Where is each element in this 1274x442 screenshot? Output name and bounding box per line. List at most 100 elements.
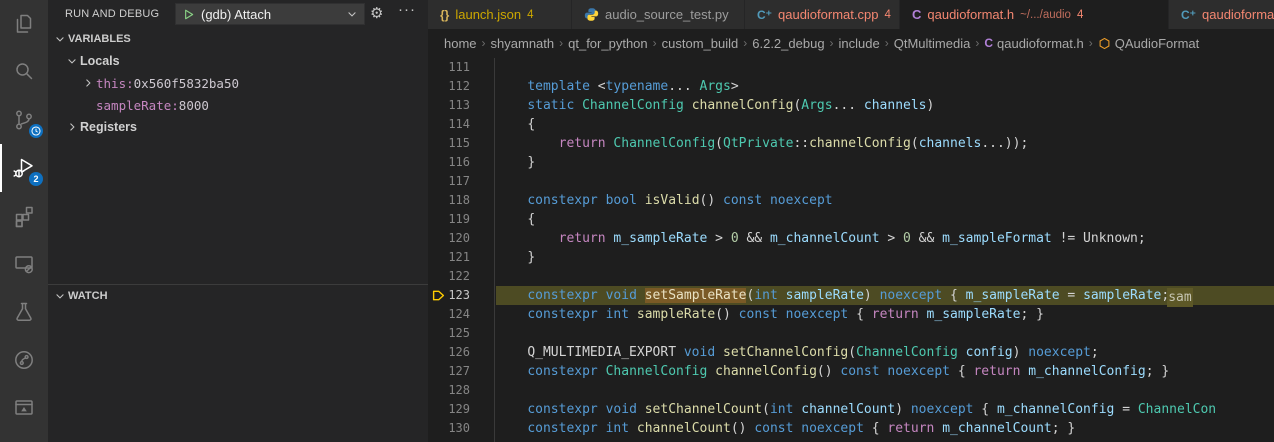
line-number[interactable]: 114 <box>428 115 470 134</box>
watch-header-label: WATCH <box>68 290 108 302</box>
tab-launch.json[interactable]: {}launch.json4 <box>428 0 571 29</box>
tab-qaudioformat.h[interactable]: Cqaudioformat.h~/.../audio4 <box>900 0 1168 29</box>
sidebar-title: RUN AND DEBUG <box>65 8 159 20</box>
line-highlight <box>496 210 1274 229</box>
sidebar-header: RUN AND DEBUG (gdb) Attach ⚙ ··· <box>48 0 428 28</box>
breadcrumb-item-qt_for_python[interactable]: qt_for_python <box>568 36 648 51</box>
code-editor[interactable]: 111112 template <typename... Args>113 st… <box>428 57 1274 442</box>
watch-section-header[interactable]: WATCH <box>48 285 428 307</box>
line-number[interactable]: 117 <box>428 172 470 191</box>
line-number[interactable]: 118 <box>428 191 470 210</box>
line-number[interactable]: 129 <box>428 400 470 419</box>
line-number[interactable]: 130 <box>428 419 470 438</box>
breadcrumb-item-custom_build[interactable]: custom_build <box>662 36 739 51</box>
activity-item-search[interactable] <box>0 48 48 96</box>
line-highlight <box>496 438 1274 442</box>
code-line-119[interactable]: 119 { <box>428 210 1274 229</box>
line-number[interactable]: 121 <box>428 248 470 267</box>
c-header-file-icon: C <box>912 8 921 21</box>
activity-item-panel-preview[interactable] <box>0 384 48 432</box>
line-number[interactable]: 124 <box>428 305 470 324</box>
code-line-125[interactable]: 125 <box>428 324 1274 343</box>
code-text: template <typename... Args> <box>496 79 739 94</box>
breadcrumb-item-6.2.2_debug[interactable]: 6.2.2_debug <box>752 36 824 51</box>
gear-icon[interactable]: ⚙ <box>370 4 383 22</box>
activity-item-remote-explorer[interactable] <box>0 240 48 288</box>
line-number[interactable]: 127 <box>428 362 470 381</box>
tab-qaudioformat[interactable]: C⁺qaudioformat <box>1169 0 1274 29</box>
code-line-116[interactable]: 116 } <box>428 153 1274 172</box>
chevron-down-icon <box>64 53 80 69</box>
variables-section-header[interactable]: VARIABLES <box>48 28 428 50</box>
line-number[interactable]: 112 <box>428 77 470 96</box>
variable-row-sampleRate[interactable]: sampleRate: 8000 <box>48 94 428 116</box>
breadcrumb-label: custom_build <box>662 36 739 51</box>
code-line-120[interactable]: 120 return m_sampleRate > 0 && m_channel… <box>428 229 1274 248</box>
code-text: Q_MULTIMEDIA_EXPORT void setChannelConfi… <box>496 345 1099 360</box>
line-number[interactable]: 113 <box>428 96 470 115</box>
code-line-126[interactable]: 126 Q_MULTIMEDIA_EXPORT void setChannelC… <box>428 343 1274 362</box>
variable-row-this[interactable]: this: 0x560f5832ba50 <box>48 72 428 94</box>
chevron-down-icon <box>52 288 68 304</box>
more-actions-icon[interactable]: ··· <box>398 1 416 18</box>
line-number[interactable]: 123 <box>428 286 470 305</box>
code-line-128[interactable]: 128 <box>428 381 1274 400</box>
launch-config-dropdown[interactable]: (gdb) Attach <box>175 3 365 25</box>
scope-row-locals[interactable]: Locals <box>48 50 428 72</box>
code-line-130[interactable]: 130 constexpr int channelCount() const n… <box>428 419 1274 438</box>
code-line-112[interactable]: 112 template <typename... Args> <box>428 77 1274 96</box>
line-number[interactable]: 115 <box>428 134 470 153</box>
breadcrumb-separator: › <box>653 36 657 50</box>
code-line-118[interactable]: 118 constexpr bool isValid() const noexc… <box>428 191 1274 210</box>
code-text: } <box>496 250 535 265</box>
activity-item-source-control[interactable] <box>0 96 48 144</box>
code-lines: 111112 template <typename... Args>113 st… <box>428 57 1274 442</box>
code-line-115[interactable]: 115 return ChannelConfig(QtPrivate::chan… <box>428 134 1274 153</box>
variables-section: VARIABLES Localsthis: 0x560f5832ba50samp… <box>48 28 428 284</box>
code-text: constexpr void setChannelCount(int chann… <box>496 402 1216 417</box>
code-line-127[interactable]: 127 constexpr ChannelConfig channelConfi… <box>428 362 1274 381</box>
activity-item-explorer[interactable] <box>0 0 48 48</box>
code-line-114[interactable]: 114 { <box>428 115 1274 134</box>
breadcrumb-item-home[interactable]: home <box>444 36 477 51</box>
code-text: constexpr bool isValid() const noexcept <box>496 193 833 208</box>
line-number[interactable]: 120 <box>428 229 470 248</box>
code-line-111[interactable]: 111 <box>428 58 1274 77</box>
line-number[interactable]: 116 <box>428 153 470 172</box>
breadcrumb-item-shyamnath[interactable]: shyamnath <box>491 36 555 51</box>
code-line-113[interactable]: 113 static ChannelConfig channelConfig(A… <box>428 96 1274 115</box>
line-number[interactable]: 131 <box>428 438 470 442</box>
line-highlight <box>496 58 1274 77</box>
code-line-129[interactable]: 129 constexpr void setChannelCount(int c… <box>428 400 1274 419</box>
json-file-icon: {} <box>440 9 449 21</box>
activity-item-git-graph[interactable] <box>0 336 48 384</box>
code-line-122[interactable]: 122 <box>428 267 1274 286</box>
code-line-131[interactable]: 131 <box>428 438 1274 442</box>
variable-value: 0x560f5832ba50 <box>134 76 239 91</box>
breadcrumb-item-QtMultimedia[interactable]: QtMultimedia <box>894 36 971 51</box>
line-number[interactable]: 125 <box>428 324 470 343</box>
tab-qaudioformat.cpp[interactable]: C⁺qaudioformat.cpp4 <box>745 0 899 29</box>
breadcrumb-item-QAudioFormat[interactable]: QAudioFormat <box>1098 36 1200 51</box>
breadcrumb-item-include[interactable]: include <box>839 36 880 51</box>
code-line-121[interactable]: 121 } <box>428 248 1274 267</box>
editor-group: {}launch.json4audio_source_test.pyC⁺qaud… <box>428 0 1274 442</box>
code-line-124[interactable]: 124 constexpr int sampleRate() const noe… <box>428 305 1274 324</box>
breadcrumb-label: home <box>444 36 477 51</box>
testing-icon <box>12 300 36 324</box>
breadcrumb-separator: › <box>830 36 834 50</box>
activity-item-run-and-debug[interactable]: 2 <box>0 144 48 192</box>
code-line-117[interactable]: 117 <box>428 172 1274 191</box>
line-number[interactable]: 126 <box>428 343 470 362</box>
line-number[interactable]: 119 <box>428 210 470 229</box>
line-number[interactable]: 128 <box>428 381 470 400</box>
tab-audio_source_test.py[interactable]: audio_source_test.py <box>572 0 744 29</box>
line-number[interactable]: 111 <box>428 58 470 77</box>
line-number[interactable]: 122 <box>428 267 470 286</box>
activity-item-extensions[interactable] <box>0 192 48 240</box>
breadcrumb-item-qaudioformat.h[interactable]: Cqaudioformat.h <box>984 36 1083 51</box>
code-line-123[interactable]: 123 constexpr void setSampleRate(int sam… <box>428 286 1274 305</box>
activity-item-testing[interactable] <box>0 288 48 336</box>
line-highlight <box>496 381 1274 400</box>
scope-row-registers[interactable]: Registers <box>48 116 428 138</box>
